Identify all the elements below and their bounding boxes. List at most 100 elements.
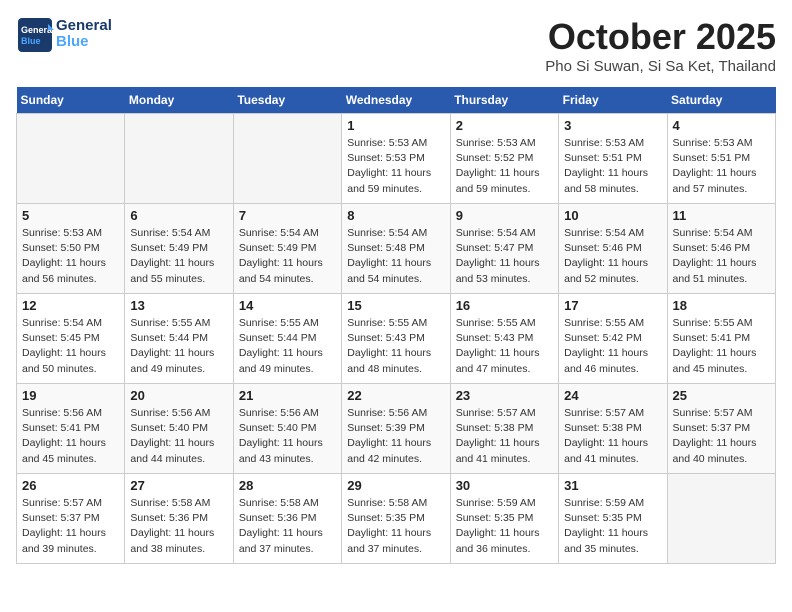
calendar-cell: 17 Sunrise: 5:55 AM Sunset: 5:42 PM Dayli… [559, 294, 667, 384]
calendar-cell: 29 Sunrise: 5:58 AM Sunset: 5:35 PM Dayli… [342, 474, 450, 564]
calendar-table: Sunday Monday Tuesday Wednesday Thursday… [16, 87, 776, 564]
day-info: Sunrise: 5:59 AM Sunset: 5:35 PM Dayligh… [456, 496, 553, 557]
logo-icon: General Blue [16, 16, 52, 52]
day-info: Sunrise: 5:56 AM Sunset: 5:41 PM Dayligh… [22, 406, 119, 467]
calendar-cell: 22Sunrise: 5:56 AM Sunset: 5:39 PM Dayli… [342, 384, 450, 474]
day-number: 4 [673, 118, 770, 133]
day-number: 29 [347, 478, 444, 493]
calendar-cell [125, 114, 233, 204]
calendar-cell: 24Sunrise: 5:57 AM Sunset: 5:38 PM Dayli… [559, 384, 667, 474]
day-number: 7 [239, 208, 336, 223]
logo-text-blue: Blue [56, 34, 112, 51]
calendar-cell: 4 Sunrise: 5:53 AM Sunset: 5:51 PM Daylig… [667, 114, 775, 204]
calendar-cell: 16 Sunrise: 5:55 AM Sunset: 5:43 PM Dayli… [450, 294, 558, 384]
month-title: October 2025 [545, 16, 776, 58]
day-number: 23 [456, 388, 553, 403]
day-info: Sunrise: 5:55 AM Sunset: 5:44 PM Dayligh… [239, 316, 336, 377]
calendar-cell: 20 Sunrise: 5:56 AM Sunset: 5:40 PM Dayli… [125, 384, 233, 474]
day-number: 13 [130, 298, 227, 313]
day-info: Sunrise: 5:55 AM Sunset: 5:42 PM Dayligh… [564, 316, 661, 377]
day-info: Sunrise: 5:53 AM Sunset: 5:51 PM Dayligh… [564, 136, 661, 197]
day-info: Sunrise: 5:55 AM Sunset: 5:41 PM Dayligh… [673, 316, 770, 377]
day-number: 21 [239, 388, 336, 403]
day-number: 3 [564, 118, 661, 133]
calendar-cell: 10 Sunrise: 5:54 AM Sunset: 5:46 PM Dayli… [559, 204, 667, 294]
day-info: Sunrise: 5:54 AM Sunset: 5:46 PM Dayligh… [673, 226, 770, 287]
day-number: 31 [564, 478, 661, 493]
day-info: Sunrise: 5:54 AM Sunset: 5:49 PM Dayligh… [239, 226, 336, 287]
day-info: Sunrise: 5:55 AM Sunset: 5:43 PM Dayligh… [456, 316, 553, 377]
day-number: 30 [456, 478, 553, 493]
day-number: 1 [347, 118, 444, 133]
week-row-1: 1 Sunrise: 5:53 AM Sunset: 5:53 PM Daylig… [17, 114, 776, 204]
day-number: 28 [239, 478, 336, 493]
col-sunday: Sunday [17, 87, 125, 114]
col-tuesday: Tuesday [233, 87, 341, 114]
day-number: 24 [564, 388, 661, 403]
day-info: Sunrise: 5:54 AM Sunset: 5:47 PM Dayligh… [456, 226, 553, 287]
day-number: 18 [673, 298, 770, 313]
day-number: 15 [347, 298, 444, 313]
day-info: Sunrise: 5:55 AM Sunset: 5:44 PM Dayligh… [130, 316, 227, 377]
calendar-cell: 18 Sunrise: 5:55 AM Sunset: 5:41 PM Dayli… [667, 294, 775, 384]
col-wednesday: Wednesday [342, 87, 450, 114]
col-friday: Friday [559, 87, 667, 114]
day-info: Sunrise: 5:59 AM Sunset: 5:35 PM Dayligh… [564, 496, 661, 557]
day-info: Sunrise: 5:54 AM Sunset: 5:46 PM Dayligh… [564, 226, 661, 287]
week-row-3: 12Sunrise: 5:54 AM Sunset: 5:45 PM Dayli… [17, 294, 776, 384]
calendar-cell: 1 Sunrise: 5:53 AM Sunset: 5:53 PM Daylig… [342, 114, 450, 204]
day-number: 19 [22, 388, 119, 403]
calendar-cell: 13 Sunrise: 5:55 AM Sunset: 5:44 PM Dayli… [125, 294, 233, 384]
day-info: Sunrise: 5:54 AM Sunset: 5:49 PM Dayligh… [130, 226, 227, 287]
logo-text-general: General [56, 18, 112, 35]
calendar-cell: 30 Sunrise: 5:59 AM Sunset: 5:35 PM Dayli… [450, 474, 558, 564]
week-row-2: 5 Sunrise: 5:53 AM Sunset: 5:50 PM Daylig… [17, 204, 776, 294]
calendar-header-row: Sunday Monday Tuesday Wednesday Thursday… [17, 87, 776, 114]
day-info: Sunrise: 5:57 AM Sunset: 5:37 PM Dayligh… [22, 496, 119, 557]
calendar-cell [17, 114, 125, 204]
day-number: 27 [130, 478, 227, 493]
day-info: Sunrise: 5:53 AM Sunset: 5:52 PM Dayligh… [456, 136, 553, 197]
calendar-cell: 25 Sunrise: 5:57 AM Sunset: 5:37 PM Dayli… [667, 384, 775, 474]
day-info: Sunrise: 5:57 AM Sunset: 5:38 PM Dayligh… [456, 406, 553, 467]
day-info: Sunrise: 5:55 AM Sunset: 5:43 PM Dayligh… [347, 316, 444, 377]
day-info: Sunrise: 5:58 AM Sunset: 5:36 PM Dayligh… [239, 496, 336, 557]
day-info: Sunrise: 5:58 AM Sunset: 5:35 PM Dayligh… [347, 496, 444, 557]
calendar-cell: 23 Sunrise: 5:57 AM Sunset: 5:38 PM Dayli… [450, 384, 558, 474]
calendar-cell: 12Sunrise: 5:54 AM Sunset: 5:45 PM Dayli… [17, 294, 125, 384]
day-number: 6 [130, 208, 227, 223]
day-info: Sunrise: 5:58 AM Sunset: 5:36 PM Dayligh… [130, 496, 227, 557]
calendar-cell: 27 Sunrise: 5:58 AM Sunset: 5:36 PM Dayli… [125, 474, 233, 564]
calendar-cell: 5 Sunrise: 5:53 AM Sunset: 5:50 PM Daylig… [17, 204, 125, 294]
day-info: Sunrise: 5:53 AM Sunset: 5:51 PM Dayligh… [673, 136, 770, 197]
calendar-cell: 3 Sunrise: 5:53 AM Sunset: 5:51 PM Daylig… [559, 114, 667, 204]
col-saturday: Saturday [667, 87, 775, 114]
day-info: Sunrise: 5:57 AM Sunset: 5:37 PM Dayligh… [673, 406, 770, 467]
day-number: 17 [564, 298, 661, 313]
day-number: 9 [456, 208, 553, 223]
day-number: 20 [130, 388, 227, 403]
day-number: 11 [673, 208, 770, 223]
day-number: 5 [22, 208, 119, 223]
calendar-cell: 2Sunrise: 5:53 AM Sunset: 5:52 PM Daylig… [450, 114, 558, 204]
day-number: 8 [347, 208, 444, 223]
calendar-cell [233, 114, 341, 204]
day-number: 16 [456, 298, 553, 313]
title-block: October 2025 Pho Si Suwan, Si Sa Ket, Th… [545, 16, 776, 75]
day-info: Sunrise: 5:56 AM Sunset: 5:40 PM Dayligh… [239, 406, 336, 467]
calendar-cell: 8 Sunrise: 5:54 AM Sunset: 5:48 PM Daylig… [342, 204, 450, 294]
day-info: Sunrise: 5:54 AM Sunset: 5:45 PM Dayligh… [22, 316, 119, 377]
day-info: Sunrise: 5:54 AM Sunset: 5:48 PM Dayligh… [347, 226, 444, 287]
week-row-5: 26Sunrise: 5:57 AM Sunset: 5:37 PM Dayli… [17, 474, 776, 564]
page-header: General Blue General Blue October 2025 P… [16, 16, 776, 75]
day-info: Sunrise: 5:53 AM Sunset: 5:50 PM Dayligh… [22, 226, 119, 287]
day-info: Sunrise: 5:56 AM Sunset: 5:40 PM Dayligh… [130, 406, 227, 467]
calendar-cell: 19 Sunrise: 5:56 AM Sunset: 5:41 PM Dayli… [17, 384, 125, 474]
calendar-cell: 6 Sunrise: 5:54 AM Sunset: 5:49 PM Daylig… [125, 204, 233, 294]
day-number: 10 [564, 208, 661, 223]
col-thursday: Thursday [450, 87, 558, 114]
day-info: Sunrise: 5:53 AM Sunset: 5:53 PM Dayligh… [347, 136, 444, 197]
day-number: 25 [673, 388, 770, 403]
col-monday: Monday [125, 87, 233, 114]
logo: General Blue General Blue [16, 16, 112, 52]
